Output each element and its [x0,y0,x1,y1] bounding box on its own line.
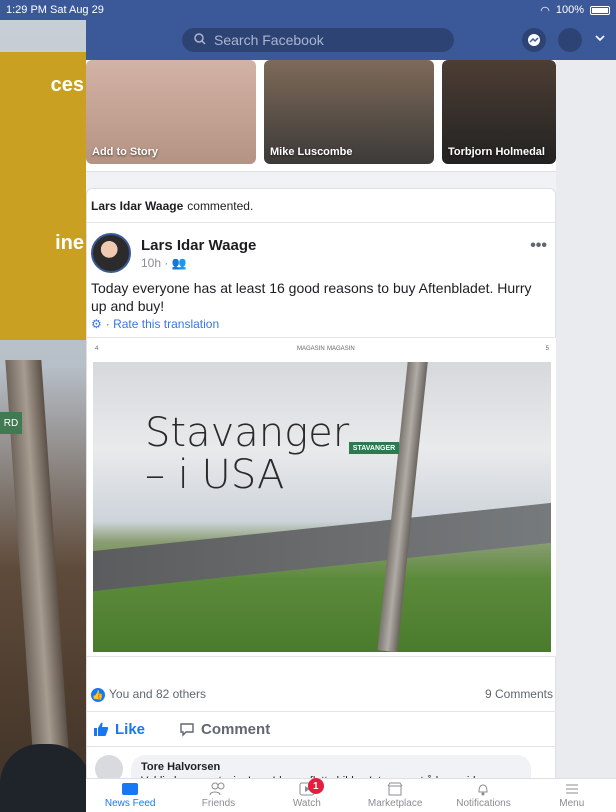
like-button[interactable]: Like [93,721,145,738]
messenger-button[interactable] [522,28,546,52]
mag-header-left: MAGASIN [297,346,325,352]
rate-translation-text: · Rate this translation [105,317,220,331]
post-image[interactable]: 4 MAGASIN MAGASIN 5 STAVANGER Stavanger … [87,337,557,657]
battery-icon [590,5,610,15]
author-name[interactable]: Lars Idar Waage [141,237,256,254]
tab-menu[interactable]: Menu [537,782,607,809]
overlay-text-2: ine [55,232,84,254]
background-person [0,744,90,812]
overlay-box: ces ine [0,52,90,340]
activity-actor[interactable]: Lars Idar Waage [91,199,183,213]
tab-label: Marketplace [367,798,423,809]
friends-icon [209,782,225,796]
battery-percent: 100% [555,4,584,16]
post-actions: Like Comment [87,711,557,747]
background-street-sign: RD [0,412,22,434]
story-card[interactable]: Torbjorn Holmedal [442,60,556,164]
background-sign-text: RD [3,417,19,429]
story-label: Add to Story [92,146,158,158]
comment-button[interactable]: Comment [179,721,270,738]
menu-icon [565,784,578,794]
bell-icon [478,784,488,796]
like-label: Like [115,720,146,738]
tab-marketplace[interactable]: Marketplace [360,782,430,809]
activity-header: Lars Idar Waage commented. [87,189,555,223]
status-time-date: 1:29 PM Sat Aug 29 [6,4,104,16]
tab-label: Friends [201,798,236,809]
search-placeholder: Search Facebook [214,32,324,48]
search-bar[interactable]: Search Facebook [182,28,454,52]
nav-icons [522,28,606,52]
stories-strip: Add to Story Mike Luscombe Torbjorn Holm… [86,60,556,172]
wifi-icon: ◠ [540,4,550,17]
news-feed: Add to Story Mike Luscombe Torbjorn Holm… [86,60,557,812]
overlay-text-1: ces [50,74,84,96]
more-options-icon[interactable]: ••• [530,237,547,255]
dropdown-chevron-icon[interactable] [594,31,606,49]
thumbs-up-icon [94,722,109,736]
story-label: Torbjorn Holmedal [448,146,545,158]
road [93,502,551,592]
bottom-tab-bar: News Feed Friends 1 Watch Marketplace No… [86,778,616,812]
right-panel [556,60,616,778]
status-bar: 1:29 PM Sat Aug 29 ◠ 100% [0,0,616,20]
utility-pole [377,362,429,652]
street-sign: STAVANGER [349,442,399,454]
like-reaction-icon: 👍 [91,687,105,702]
mag-header-right: MAGASIN [327,346,355,352]
story-card[interactable]: Mike Luscombe [264,60,434,164]
magazine-header: 4 MAGASIN MAGASIN 5 [87,338,557,362]
post-time-text: 10h · [141,256,172,270]
reactions-summary[interactable]: 👍 You and 82 others [91,687,206,702]
street-sign-text: STAVANGER [352,444,396,452]
post-author-row: Lars Idar Waage 10h · 👥 [91,233,256,273]
status-right: ◠ 100% [540,4,610,17]
post-card: Lars Idar Waage commented. Lars Idar Waa… [86,188,557,812]
tab-friends[interactable]: Friends [183,782,253,809]
author-avatar[interactable] [91,233,131,273]
comment-icon [180,723,194,737]
profile-button[interactable] [558,28,582,52]
comment-label: Comment [201,720,271,738]
mag-page-right: 5 [545,346,549,352]
mag-page-left: 4 [95,346,99,352]
magazine-photo: STAVANGER Stavanger – i USA [93,362,551,652]
tab-news-feed[interactable]: News Feed [95,782,165,809]
news-feed-icon [122,783,139,795]
story-label: Mike Luscombe [270,146,353,158]
friends-icon: 👥 [171,256,187,270]
reactions-row: 👍 You and 82 others 9 Comments [91,687,553,702]
gear-icon: ⚙ [91,317,102,331]
tab-label: Menu [559,798,585,809]
tab-label: News Feed [104,798,156,809]
tab-label: Watch [292,798,321,809]
rate-translation-link[interactable]: ⚙ · Rate this translation [91,317,219,331]
magazine-title-line1: Stavanger [145,410,350,456]
marketplace-icon [387,782,403,796]
magazine-title: Stavanger – i USA [145,412,349,496]
tab-label: Notifications [456,798,511,809]
search-icon [194,32,206,48]
tab-watch[interactable]: 1 Watch [272,778,342,809]
commenter-name[interactable]: Tore Halvorsen [141,761,521,773]
top-nav: Search Facebook [86,20,616,60]
tab-notifications[interactable]: Notifications [448,782,518,809]
magazine-title-line2: – i USA [145,452,285,498]
activity-text: commented. [187,198,254,213]
post-time: 10h · 👥 [141,256,256,270]
reactions-text: You and 82 others [109,687,206,701]
messenger-icon [528,34,540,46]
post-text: Today everyone has at least 16 good reas… [91,280,532,314]
comments-count[interactable]: 9 Comments [485,687,553,702]
watch-badge: 1 [307,778,324,794]
story-card[interactable]: Add to Story [86,60,256,164]
